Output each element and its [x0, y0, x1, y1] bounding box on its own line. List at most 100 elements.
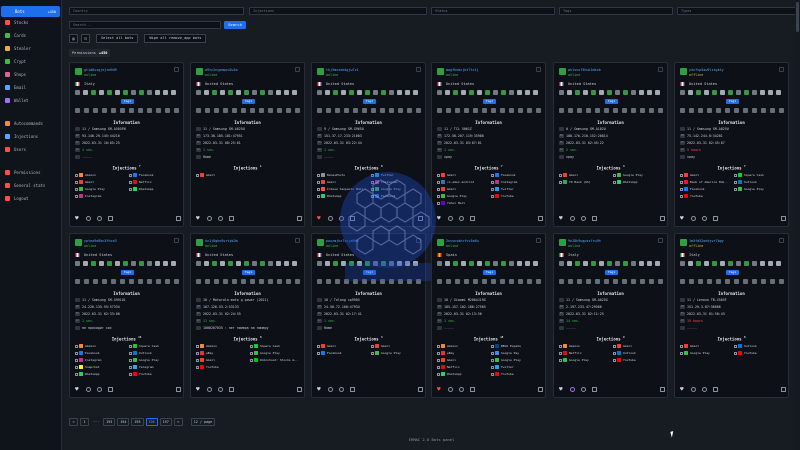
command-icon[interactable]	[84, 279, 89, 284]
command-icon[interactable]	[658, 108, 663, 113]
trash-icon[interactable]	[470, 387, 475, 392]
action-icon[interactable]	[525, 261, 530, 266]
command-icon[interactable]	[416, 279, 421, 284]
injection-app[interactable]: Twitter	[371, 173, 423, 178]
command-icon[interactable]	[622, 108, 627, 113]
command-icon[interactable]	[761, 279, 766, 284]
injection-app[interactable]: co.amex.android	[437, 180, 489, 185]
action-icon[interactable]	[776, 90, 781, 95]
action-icon[interactable]	[599, 261, 604, 266]
action-icon[interactable]	[115, 90, 120, 95]
command-icon[interactable]	[586, 279, 591, 284]
action-icon[interactable]	[445, 261, 450, 266]
action-icon[interactable]	[720, 90, 725, 95]
injection-checkbox[interactable]	[129, 173, 132, 177]
action-icon[interactable]	[583, 261, 588, 266]
injection-checkbox[interactable]	[491, 180, 494, 184]
injection-app[interactable]: Yahoo Mail	[437, 201, 489, 206]
action-icon[interactable]	[357, 90, 362, 95]
action-icon[interactable]	[696, 261, 701, 266]
action-icon[interactable]	[752, 261, 757, 266]
action-icon[interactable]	[688, 90, 693, 95]
injection-app[interactable]: Twitter	[491, 365, 543, 370]
injection-app[interactable]: Facebook	[317, 351, 369, 356]
injection-checkbox[interactable]	[317, 351, 320, 355]
injection-checkbox[interactable]	[559, 344, 562, 348]
action-icon[interactable]	[381, 90, 386, 95]
injection-checkbox[interactable]	[613, 173, 616, 177]
info-icon[interactable]	[207, 387, 212, 392]
command-icon[interactable]	[138, 279, 143, 284]
action-icon[interactable]	[477, 261, 482, 266]
command-icon[interactable]	[640, 279, 645, 284]
injection-app[interactable]: Instagram	[371, 180, 423, 185]
injection-app[interactable]: Google Play	[129, 358, 181, 363]
action-icon[interactable]	[655, 261, 660, 266]
injection-checkbox[interactable]	[371, 344, 374, 348]
action-icon[interactable]	[236, 261, 241, 266]
injection-app[interactable]: Outlook	[734, 344, 786, 349]
injection-checkbox[interactable]	[437, 344, 440, 348]
command-icon[interactable]	[129, 108, 134, 113]
sidebar-item-wallet[interactable]: Wallet	[0, 95, 61, 106]
action-icon[interactable]	[365, 261, 370, 266]
action-icon[interactable]	[712, 90, 717, 95]
settings-icon[interactable]	[339, 216, 344, 221]
injection-app[interactable]: Netflix	[437, 365, 489, 370]
page-button[interactable]: 197	[159, 418, 172, 426]
command-icon[interactable]	[536, 279, 541, 284]
sidebar-item-autocommands[interactable]: Autocommands	[0, 118, 61, 129]
info-icon[interactable]	[691, 387, 696, 392]
command-icon[interactable]	[196, 279, 201, 284]
trash-icon[interactable]	[229, 216, 234, 221]
injection-checkbox[interactable]	[196, 351, 199, 355]
command-icon[interactable]	[649, 279, 654, 284]
injection-checkbox[interactable]	[491, 187, 494, 191]
filter-injections[interactable]: Injections	[249, 7, 427, 15]
command-icon[interactable]	[407, 279, 412, 284]
action-icon[interactable]	[615, 261, 620, 266]
command-icon[interactable]	[75, 279, 80, 284]
terminal-icon[interactable]	[297, 387, 302, 392]
page-button[interactable]: 196	[145, 418, 158, 426]
injection-checkbox[interactable]	[613, 358, 616, 362]
action-icon[interactable]	[493, 90, 498, 95]
command-icon[interactable]	[111, 279, 116, 284]
command-icon[interactable]	[268, 108, 273, 113]
injection-checkbox[interactable]	[75, 187, 78, 191]
sidebar-item-cards[interactable]: Cards	[0, 30, 61, 41]
command-icon[interactable]	[595, 108, 600, 113]
command-icon[interactable]	[631, 108, 636, 113]
injection-checkbox[interactable]	[196, 344, 199, 348]
action-icon[interactable]	[728, 90, 733, 95]
favorite-heart-icon[interactable]: ♥	[559, 387, 564, 393]
injection-app[interactable]: Facebook	[371, 194, 423, 199]
settings-icon[interactable]	[339, 387, 344, 392]
bot-id[interactable]: y4cfvp5aw9lzigkty	[689, 68, 724, 72]
injection-app[interactable]: WhatsApp	[317, 194, 369, 199]
trash-icon[interactable]	[229, 387, 234, 392]
action-icon[interactable]	[704, 261, 709, 266]
action-icon[interactable]	[228, 90, 233, 95]
action-icon[interactable]	[252, 261, 257, 266]
command-icon[interactable]	[196, 108, 201, 113]
injection-checkbox[interactable]	[250, 351, 253, 355]
action-icon[interactable]	[631, 261, 636, 266]
injection-checkbox[interactable]	[437, 201, 440, 205]
info-icon[interactable]	[328, 216, 333, 221]
command-icon[interactable]	[223, 279, 228, 284]
command-icon[interactable]	[389, 108, 394, 113]
command-icon[interactable]	[214, 108, 219, 113]
sidebar-item-stealer[interactable]: Stealer	[0, 43, 61, 54]
injection-checkbox[interactable]	[734, 187, 737, 191]
favorite-heart-icon[interactable]: ♥	[75, 216, 80, 222]
command-icon[interactable]	[407, 108, 412, 113]
command-icon[interactable]	[680, 108, 685, 113]
injection-checkbox[interactable]	[196, 358, 199, 362]
action-icon[interactable]	[196, 261, 201, 266]
tag-badge[interactable]: Tag1	[483, 99, 496, 104]
command-icon[interactable]	[326, 279, 331, 284]
injection-app[interactable]: WhatsApp	[129, 187, 181, 192]
injection-app[interactable]: Square Cash	[250, 344, 302, 349]
bot-card[interactable]: pouzmjkz7ccja9hb online United States Tag1 I…	[311, 233, 426, 398]
